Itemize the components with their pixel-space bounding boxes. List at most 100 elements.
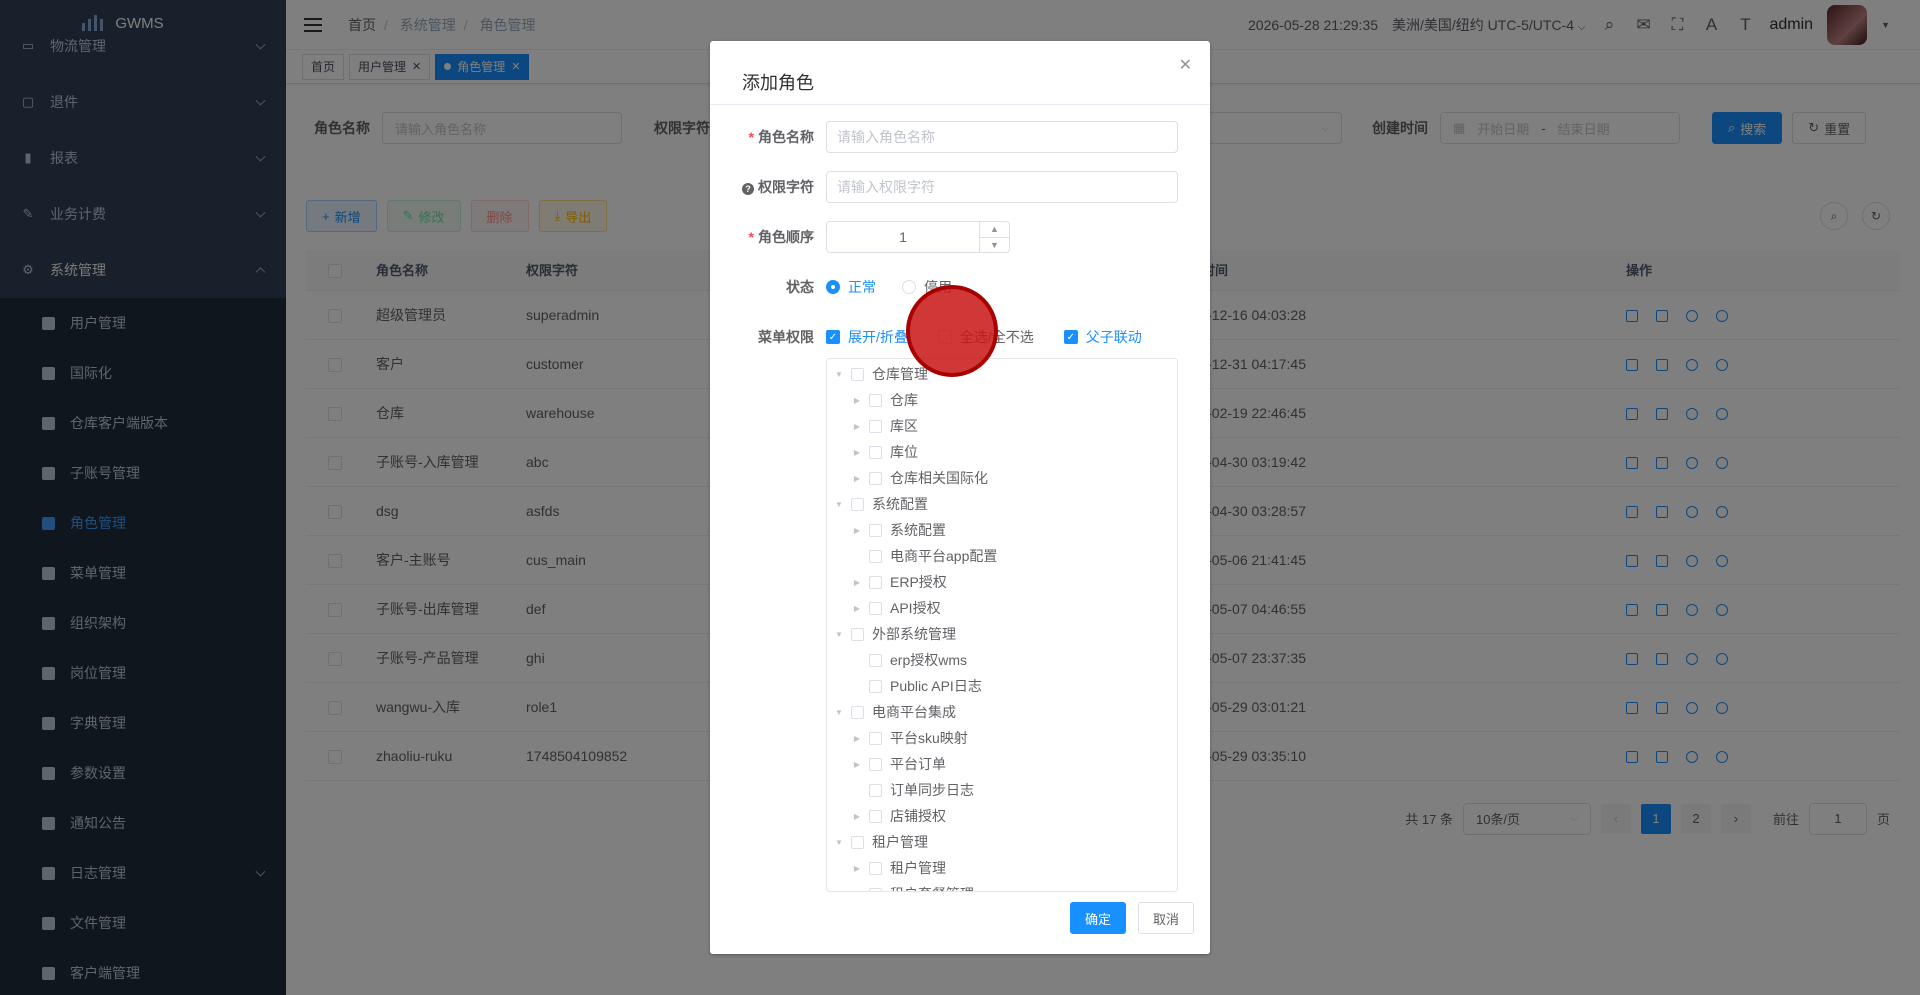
tree-node-checkbox[interactable] xyxy=(869,887,882,891)
dialog-title: 添加角色 xyxy=(710,41,1210,105)
click-marker xyxy=(906,285,998,377)
tree-node[interactable]: erp授权wms xyxy=(827,647,1177,673)
caret-right-icon[interactable]: ▶ xyxy=(845,890,869,892)
tree-node-label: 外部系统管理 xyxy=(872,626,956,642)
add-role-dialog: 添加角色 ✕ * 角色名称 请输入角色名称 ? 权限字符 请输入权限字符 * 角色顺序… xyxy=(710,41,1210,954)
caret-down-icon[interactable]: ▼ xyxy=(827,838,851,847)
close-icon[interactable]: ✕ xyxy=(1179,55,1192,75)
tree-node[interactable]: ▼ 电商平台集成 xyxy=(827,699,1177,725)
tree-node-label: 仓库 xyxy=(890,392,918,408)
tree-node-checkbox[interactable] xyxy=(869,861,882,875)
form-order: * 角色顺序 1 ▲ ▼ xyxy=(710,221,1010,253)
decrease-icon[interactable]: ▼ xyxy=(980,238,1009,253)
caret-down-icon[interactable]: ▼ xyxy=(827,630,851,639)
tree-node[interactable]: ▼ 外部系统管理 xyxy=(827,621,1177,647)
tree-node-checkbox[interactable] xyxy=(869,393,882,407)
tree-node[interactable]: ▶ 租户管理 xyxy=(827,855,1177,881)
tree-node-label: 库区 xyxy=(890,418,918,434)
cancel-button[interactable]: 取消 xyxy=(1137,902,1194,934)
tree-node-checkbox[interactable] xyxy=(869,601,882,615)
perm-key-input[interactable]: 请输入权限字符 xyxy=(826,171,1178,203)
tree-node-label: 租户套餐管理 xyxy=(890,884,974,891)
caret-down-icon[interactable]: ▼ xyxy=(827,370,851,379)
tree-node[interactable]: ▼ 系统配置 xyxy=(827,491,1177,517)
tree-node-checkbox[interactable] xyxy=(869,653,882,667)
tree-node-label: 店铺授权 xyxy=(890,808,946,824)
form-role-name: * 角色名称 请输入角色名称 xyxy=(710,121,1178,153)
order-stepper[interactable]: 1 ▲ ▼ xyxy=(826,221,1010,253)
tree-node-label: ERP授权 xyxy=(890,574,947,590)
tree-node-checkbox[interactable] xyxy=(869,757,882,771)
tree-node[interactable]: 订单同步日志 xyxy=(827,777,1177,803)
tree-node-label: Public API日志 xyxy=(890,678,982,694)
tree-node[interactable]: ▶ 仓库 xyxy=(827,387,1177,413)
tree-node[interactable]: Public API日志 xyxy=(827,673,1177,699)
tree-node[interactable]: ▶ 库位 xyxy=(827,439,1177,465)
tree-node[interactable]: ▶ 租户套餐管理 xyxy=(827,881,1177,892)
role-name-input[interactable]: 请输入角色名称 xyxy=(826,121,1178,153)
status-normal-radio[interactable]: 正常 xyxy=(826,277,876,297)
confirm-button[interactable]: 确定 xyxy=(1069,902,1126,934)
tree-node-checkbox[interactable] xyxy=(851,627,864,641)
tree-node-checkbox[interactable] xyxy=(869,575,882,589)
tree-node-checkbox[interactable] xyxy=(851,367,864,381)
tree-node-label: 订单同步日志 xyxy=(890,782,974,798)
tree-node-checkbox[interactable] xyxy=(869,419,882,433)
tree-node[interactable]: ▶ 系统配置 xyxy=(827,517,1177,543)
expand-collapse-checkbox[interactable]: ✓ 展开/折叠 xyxy=(826,327,908,347)
tree-node-checkbox[interactable] xyxy=(869,783,882,797)
form-perm: ? 权限字符 请输入权限字符 xyxy=(710,171,1178,203)
caret-right-icon[interactable]: ▶ xyxy=(845,864,869,873)
caret-down-icon[interactable]: ▼ xyxy=(827,500,851,509)
caret-right-icon[interactable]: ▶ xyxy=(845,526,869,535)
tree-node[interactable]: ▶ 平台订单 xyxy=(827,751,1177,777)
tree-node-label: 库位 xyxy=(890,444,918,460)
tree-node[interactable]: ▶ ERP授权 xyxy=(827,569,1177,595)
tree-node-label: erp授权wms xyxy=(890,652,968,668)
caret-right-icon[interactable]: ▶ xyxy=(845,812,869,821)
tree-node[interactable]: ▶ API授权 xyxy=(827,595,1177,621)
caret-right-icon[interactable]: ▶ xyxy=(845,396,869,405)
parent-child-linkage-checkbox[interactable]: ✓ 父子联动 xyxy=(1063,327,1142,347)
caret-right-icon[interactable]: ▶ xyxy=(845,422,869,431)
caret-right-icon[interactable]: ▶ xyxy=(845,734,869,743)
caret-down-icon[interactable]: ▼ xyxy=(827,708,851,717)
tree-node-label: 系统配置 xyxy=(872,496,928,512)
dialog-footer: 确定 取消 xyxy=(1069,902,1194,934)
tree-node-checkbox[interactable] xyxy=(869,809,882,823)
tree-node-label: 租户管理 xyxy=(890,860,946,876)
increase-icon[interactable]: ▲ xyxy=(980,222,1009,238)
tree-node-label: 电商平台app配置 xyxy=(890,548,998,564)
tree-node-label: API授权 xyxy=(890,600,941,616)
tree-node[interactable]: 电商平台app配置 xyxy=(827,543,1177,569)
menu-tree[interactable]: ▼ 仓库管理 ▶ 仓库 ▶ 库区 ▶ 库位 ▶ 仓库相关国际化 ▼ 系统配置 ▶ 系统配置电商平台app配… xyxy=(826,358,1178,892)
tree-node[interactable]: ▶ 平台sku映射 xyxy=(827,725,1177,751)
caret-right-icon[interactable]: ▶ xyxy=(845,474,869,483)
tree-node[interactable]: ▶ 仓库相关国际化 xyxy=(827,465,1177,491)
caret-right-icon[interactable]: ▶ xyxy=(845,578,869,587)
tree-node-checkbox[interactable] xyxy=(851,705,864,719)
caret-right-icon[interactable]: ▶ xyxy=(845,448,869,457)
tree-node-label: 仓库管理 xyxy=(872,366,928,382)
tree-node-label: 平台sku映射 xyxy=(890,730,968,746)
tree-node[interactable]: ▶ 店铺授权 xyxy=(827,803,1177,829)
tree-node[interactable]: ▼ 仓库管理 xyxy=(827,361,1177,387)
tree-node-label: 电商平台集成 xyxy=(872,704,956,720)
tree-node-label: 仓库相关国际化 xyxy=(890,470,988,486)
tree-node-checkbox[interactable] xyxy=(851,835,864,849)
tree-node[interactable]: ▶ 库区 xyxy=(827,413,1177,439)
tree-node-checkbox[interactable] xyxy=(869,549,882,563)
tree-node-label: 平台订单 xyxy=(890,756,946,772)
tree-node-label: 系统配置 xyxy=(890,522,946,538)
tree-node-checkbox[interactable] xyxy=(869,471,882,485)
tree-node-label: 租户管理 xyxy=(872,834,928,850)
question-icon[interactable]: ? xyxy=(742,183,754,195)
tree-node[interactable]: ▼ 租户管理 xyxy=(827,829,1177,855)
tree-node-checkbox[interactable] xyxy=(869,731,882,745)
tree-node-checkbox[interactable] xyxy=(869,679,882,693)
tree-node-checkbox[interactable] xyxy=(851,497,864,511)
caret-right-icon[interactable]: ▶ xyxy=(845,760,869,769)
caret-right-icon[interactable]: ▶ xyxy=(845,604,869,613)
tree-node-checkbox[interactable] xyxy=(869,445,882,459)
tree-node-checkbox[interactable] xyxy=(869,523,882,537)
